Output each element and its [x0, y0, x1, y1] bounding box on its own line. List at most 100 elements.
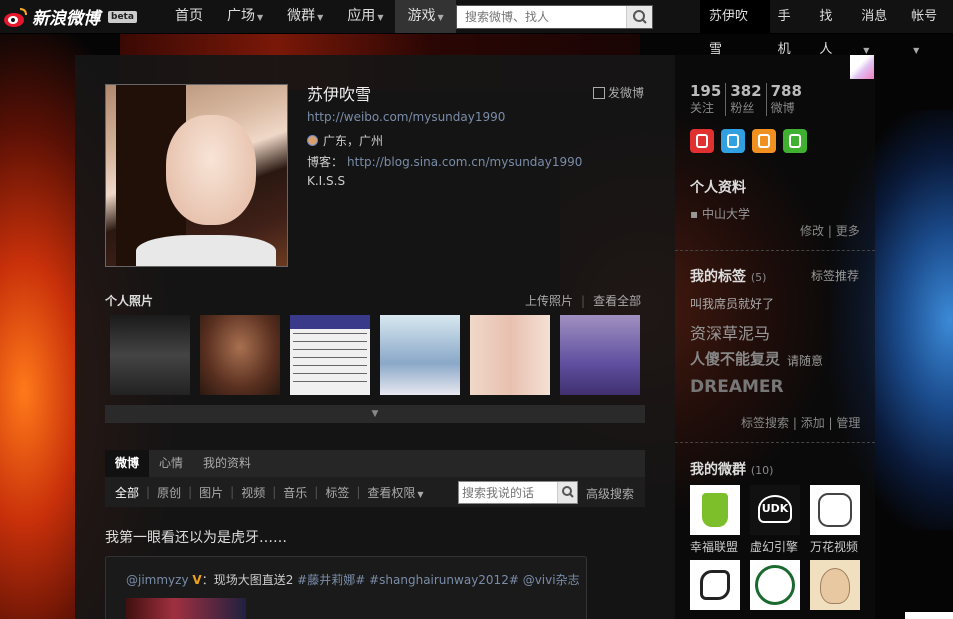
user-icon: [307, 135, 318, 146]
search-icon: [633, 10, 647, 24]
tags-section-title: 我的标签 (5): [690, 269, 767, 285]
tab-weibo[interactable]: 微博: [105, 450, 150, 477]
repost-tags[interactable]: #藤井莉娜# #shanghairunway2012# @vivi杂志: [297, 573, 579, 587]
more-profile-link[interactable]: 更多: [836, 224, 860, 238]
nav-find-people[interactable]: 找人: [811, 0, 853, 57]
filter-images[interactable]: 图片: [199, 484, 223, 501]
user-name-link[interactable]: 苏伊吹雪: [700, 0, 770, 57]
main-panel: 苏伊吹雪 发微博 http://weibo.com/mysunday1990 广…: [75, 55, 675, 619]
main-nav: 首页 广场 ▼ 微群 ▼ 应用 ▼ 游戏 ▼: [163, 0, 456, 33]
edit-profile-link[interactable]: 修改: [800, 224, 824, 238]
photo-thumbnail[interactable]: [290, 315, 370, 395]
filter-original[interactable]: 原创: [157, 484, 181, 501]
tag-item[interactable]: 叫我席员就好了: [690, 295, 774, 312]
logo-text: 新浪微博: [32, 9, 100, 29]
tag-item[interactable]: 人傻不能复灵: [690, 348, 780, 369]
profile-description: K.I.S.S: [307, 174, 346, 188]
post-weibo-button[interactable]: 发微博: [593, 84, 644, 101]
tab-mood[interactable]: 心情: [149, 450, 193, 477]
repost-card: @jimmyzy V：现场大图直送2 #藤井莉娜# #shanghairunwa…: [105, 556, 587, 619]
photo-thumbnail[interactable]: [380, 315, 460, 395]
photo-thumbnail[interactable]: [200, 315, 280, 395]
upload-photo-link[interactable]: 上传照片: [525, 294, 573, 308]
view-all-photos-link[interactable]: 查看全部: [593, 294, 641, 308]
profile-url[interactable]: http://weibo.com/mysunday1990: [307, 110, 505, 124]
profile-section-title: 个人资料: [690, 180, 746, 196]
weibo-eye-icon: [3, 6, 29, 28]
nav-games[interactable]: 游戏 ▼: [395, 0, 456, 33]
profile-actions: 修改 | 更多: [800, 224, 860, 238]
search-input[interactable]: [457, 6, 627, 28]
tab-my-info[interactable]: 我的资料: [193, 450, 261, 477]
group-avatar: [810, 485, 860, 535]
nav-messages[interactable]: 消息▼: [853, 0, 903, 55]
filter-music[interactable]: 音乐: [283, 484, 307, 501]
nav-apps[interactable]: 应用 ▼: [335, 0, 395, 33]
chevron-down-icon: ▼: [417, 489, 424, 499]
profile-location: 广东，广州: [307, 132, 383, 149]
avatar[interactable]: [105, 84, 288, 267]
stat-following[interactable]: 195 关注: [690, 83, 727, 116]
photo-strip: [110, 315, 650, 395]
tag-add-link[interactable]: 添加: [801, 416, 825, 430]
search-button[interactable]: [626, 6, 652, 28]
global-search: [456, 5, 653, 29]
filter-permissions[interactable]: 查看权限 ▼: [367, 484, 423, 501]
group-item[interactable]: [810, 560, 860, 613]
my-posts-search-button[interactable]: [557, 482, 577, 503]
group-avatar: [810, 560, 860, 610]
my-posts-search-input[interactable]: [459, 482, 557, 503]
nav-groups[interactable]: 微群 ▼: [275, 0, 335, 33]
stat-followers[interactable]: 382 粉丝: [730, 83, 767, 116]
filter-tags[interactable]: 标签: [325, 484, 349, 501]
nav-square[interactable]: 广场 ▼: [215, 0, 275, 33]
post-weibo-label: 发微博: [608, 86, 645, 100]
expand-photos-button[interactable]: ▼: [105, 405, 645, 423]
top-navigation-bar: 新浪微博 beta 首页 广场▼ 微群▼ 应用▼ 游戏▼ 苏伊吹雪 手机 找人 …: [0, 0, 953, 57]
photo-thumbnail[interactable]: [560, 315, 640, 395]
content-tabs: 微博 心情 我的资料: [105, 450, 645, 477]
filter-video[interactable]: 视频: [241, 484, 265, 501]
tag-item[interactable]: 资深草泥马: [690, 320, 770, 344]
chevron-down-icon: ▼: [377, 13, 384, 22]
group-avatar: [690, 560, 740, 610]
stats: 195 关注 382 粉丝 788 微博: [690, 83, 810, 116]
verified-icon: V: [192, 573, 202, 587]
search-icon: [562, 486, 574, 498]
share-icon[interactable]: [721, 129, 745, 153]
post-text: 我第一眼看还以为是虎牙……: [105, 530, 287, 546]
advanced-search-link[interactable]: 高级搜索: [586, 485, 634, 502]
tag-search-link[interactable]: 标签搜索: [741, 416, 789, 430]
weibo-logo[interactable]: 新浪微博 beta: [3, 4, 137, 29]
group-item[interactable]: [690, 560, 740, 613]
tag-item[interactable]: 请随意: [787, 352, 823, 369]
tag-recommend-link[interactable]: 标签推荐: [811, 267, 859, 284]
stat-posts[interactable]: 788 微博: [771, 83, 806, 116]
emoji-icon[interactable]: [752, 129, 776, 153]
group-item[interactable]: [750, 560, 800, 613]
my-posts-search: [458, 481, 578, 504]
group-item[interactable]: UDK 虚幻引擎: [750, 485, 800, 555]
chevron-down-icon: ▼: [913, 46, 920, 55]
repost-line: @jimmyzy V：现场大图直送2 #藤井莉娜# #shanghairunwa…: [126, 573, 580, 587]
groups-section-title: 我的微群 (10): [690, 462, 774, 478]
repost-user-link[interactable]: @jimmyzy: [126, 573, 189, 587]
filter-all[interactable]: 全部: [115, 484, 139, 501]
group-item[interactable]: 幸福联盟: [690, 485, 740, 555]
microphone-icon[interactable]: [690, 129, 714, 153]
tag-item[interactable]: DREAMER: [690, 377, 784, 397]
group-item[interactable]: 万花视频: [810, 485, 860, 555]
tag-manage-link[interactable]: 管理: [836, 416, 860, 430]
chevron-down-icon: ▼: [437, 13, 444, 22]
game-icon[interactable]: [783, 129, 807, 153]
nav-home[interactable]: 首页: [163, 0, 215, 33]
nav-account[interactable]: 帐号▼: [903, 0, 953, 55]
repost-image[interactable]: [126, 598, 246, 619]
user-nav: 苏伊吹雪 手机 找人 消息▼ 帐号▼: [700, 0, 953, 57]
chevron-down-icon: ▼: [257, 13, 264, 22]
blog-link[interactable]: http://blog.sina.com.cn/mysunday1990: [347, 155, 582, 169]
photo-thumbnail[interactable]: [110, 315, 190, 395]
photo-thumbnail[interactable]: [470, 315, 550, 395]
nav-mobile[interactable]: 手机: [770, 0, 812, 57]
group-avatar: [690, 485, 740, 535]
